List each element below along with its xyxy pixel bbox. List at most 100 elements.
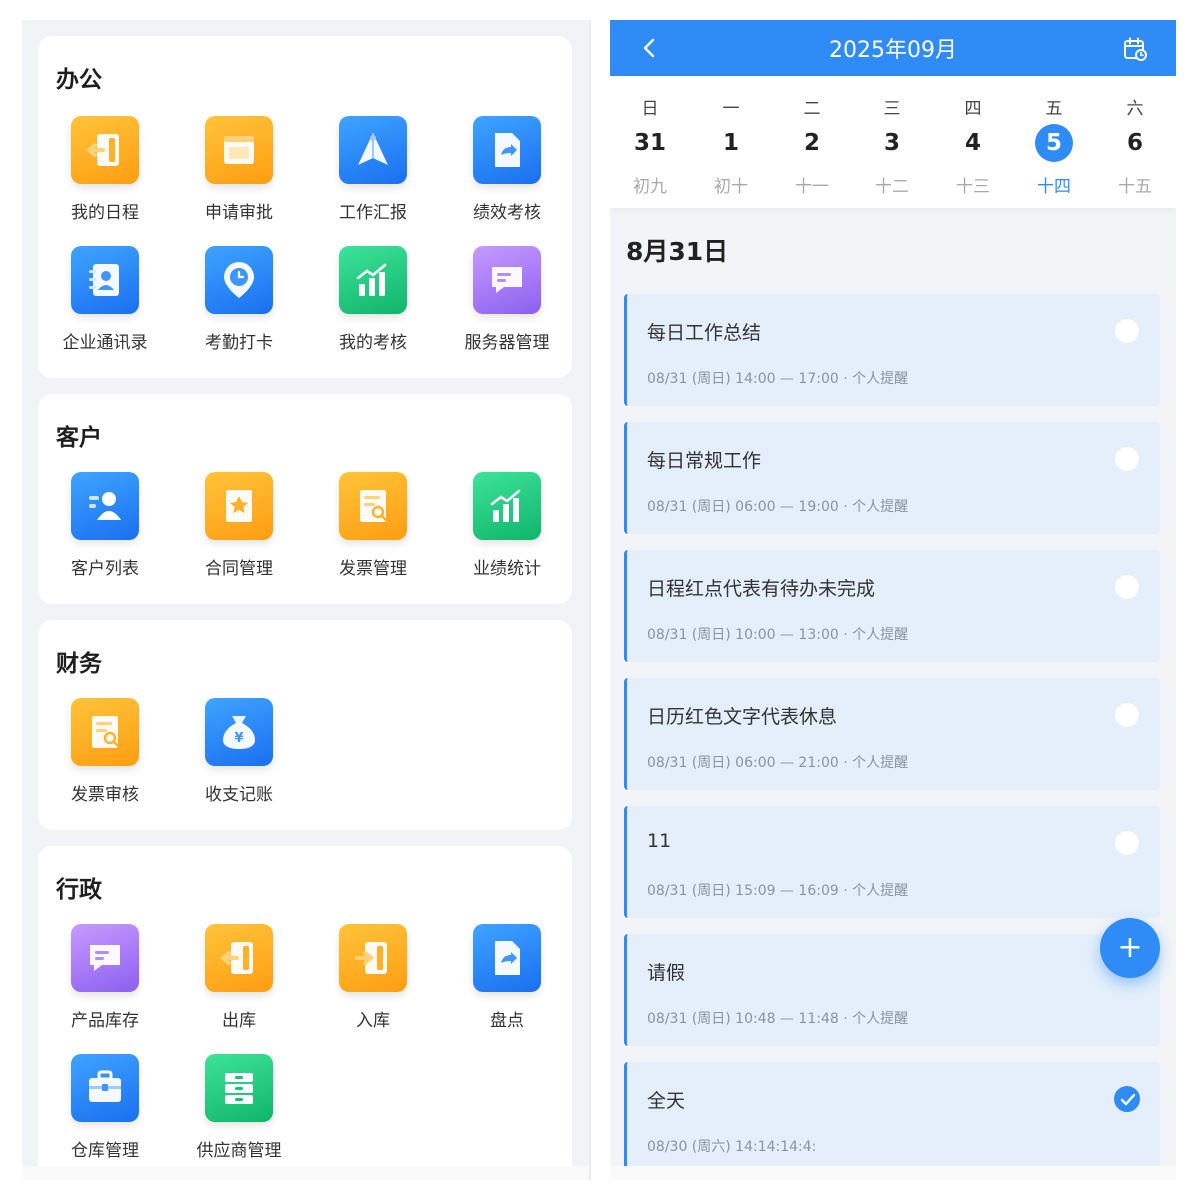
back-button[interactable] — [638, 36, 662, 60]
day-sun[interactable]: 日 31 初九 — [610, 76, 690, 208]
lunar-date: 十四 — [1037, 177, 1071, 197]
day-number-selected: 5 — [1035, 124, 1073, 162]
app-work-report[interactable]: 工作汇报 — [306, 116, 440, 236]
event-complete-checkbox[interactable] — [1114, 702, 1140, 728]
app-warehouse-management[interactable]: 仓库管理 — [38, 1054, 172, 1166]
event-item[interactable]: 全天 08/30 (周六) 14:14:14:4: — [624, 1062, 1160, 1166]
app-label: 收支记账 — [205, 785, 273, 805]
event-complete-checkbox-checked[interactable] — [1114, 1086, 1140, 1112]
app-attendance[interactable]: 考勤打卡 — [172, 246, 306, 366]
customer-card-icon — [71, 472, 139, 540]
app-label: 工作汇报 — [339, 203, 407, 223]
event-item[interactable]: 日历红色文字代表休息 08/31 (周日) 06:00 — 21:00 · 个人… — [624, 678, 1160, 790]
chat-message-icon — [71, 924, 139, 992]
weekday-label: 五 — [1045, 99, 1063, 119]
bottom-nav-edge — [610, 1166, 1176, 1180]
paper-plane-icon — [339, 116, 407, 184]
app-stocktake[interactable]: 盘点 — [440, 924, 574, 1044]
event-item[interactable]: 日程红点代表有待办未完成 08/31 (周日) 10:00 — 13:00 · … — [624, 550, 1160, 662]
contract-star-icon — [205, 472, 273, 540]
day-tue[interactable]: 二 2 十一 — [772, 76, 852, 208]
event-complete-checkbox[interactable] — [1114, 446, 1140, 472]
app-label: 企业通讯录 — [62, 333, 148, 353]
contact-book-icon — [71, 246, 139, 314]
event-complete-checkbox[interactable] — [1114, 830, 1140, 856]
day-number: 1 — [722, 130, 739, 156]
invoice-search-icon — [71, 698, 139, 766]
chevron-left-icon — [643, 38, 655, 58]
event-title: 每日常规工作 — [647, 450, 762, 472]
day-mon[interactable]: 一 1 初十 — [691, 76, 771, 208]
event-complete-checkbox[interactable] — [1114, 574, 1140, 600]
app-label: 发票管理 — [339, 559, 407, 579]
app-my-assessment[interactable]: 我的考核 — [306, 246, 440, 366]
lunar-date: 十三 — [956, 177, 990, 197]
section-title: 办公 — [56, 67, 102, 93]
app-label: 合同管理 — [205, 559, 273, 579]
lunar-date: 十二 — [875, 177, 909, 197]
checkmark-icon — [1120, 1093, 1136, 1106]
day-number: 4 — [964, 130, 981, 156]
event-meta: 08/31 (周日) 10:48 — 11:48 · 个人提醒 — [647, 1011, 909, 1027]
app-label: 出库 — [222, 1011, 256, 1031]
weekday-label: 二 — [803, 99, 821, 119]
app-outbound[interactable]: 出库 — [172, 924, 306, 1044]
app-product-inventory[interactable]: 产品库存 — [38, 924, 172, 1044]
app-supplier-management[interactable]: 供应商管理 — [172, 1054, 306, 1166]
app-invoice-audit[interactable]: 发票审核 — [38, 698, 172, 818]
day-wed[interactable]: 三 3 十二 — [852, 76, 932, 208]
app-inbound[interactable]: 入库 — [306, 924, 440, 1044]
door-enter-icon — [339, 924, 407, 992]
app-label: 供应商管理 — [196, 1141, 282, 1161]
calendar-clock-icon — [1124, 37, 1147, 61]
app-approval[interactable]: 申请审批 — [172, 116, 306, 236]
bar-chart-up-icon — [473, 472, 541, 540]
bar-chart-up-icon — [339, 246, 407, 314]
calendar-header: 2025年09月 — [610, 20, 1176, 76]
app-label: 考勤打卡 — [205, 333, 273, 353]
app-performance-stats[interactable]: 业绩统计 — [440, 472, 574, 592]
section-customer: 客户 客户列表 合同管理 发票管理 业绩统计 — [38, 394, 572, 604]
app-contract-management[interactable]: 合同管理 — [172, 472, 306, 592]
event-meta: 08/30 (周六) 14:14:14:4: — [647, 1139, 817, 1155]
event-item[interactable]: 11 08/31 (周日) 15:09 — 16:09 · 个人提醒 — [624, 806, 1160, 918]
add-event-button[interactable]: + — [1100, 918, 1160, 978]
app-label: 申请审批 — [205, 203, 273, 223]
lunar-date: 初九 — [633, 177, 667, 197]
event-item[interactable]: 请假 08/31 (周日) 10:48 — 11:48 · 个人提醒 — [624, 934, 1160, 1046]
weekday-label: 一 — [722, 99, 740, 119]
event-item[interactable]: 每日常规工作 08/31 (周日) 06:00 — 19:00 · 个人提醒 — [624, 422, 1160, 534]
app-label: 盘点 — [490, 1011, 524, 1031]
document-share-icon — [473, 924, 541, 992]
app-performance-review[interactable]: 绩效考核 — [440, 116, 574, 236]
app-customer-list[interactable]: 客户列表 — [38, 472, 172, 592]
clock-pin-icon — [205, 246, 273, 314]
event-meta: 08/31 (周日) 10:00 — 13:00 · 个人提醒 — [647, 627, 909, 643]
day-number: 6 — [1126, 130, 1143, 156]
month-title[interactable]: 2025年09月 — [829, 32, 957, 64]
app-label: 绩效考核 — [473, 203, 541, 223]
event-meta: 08/31 (周日) 15:09 — 16:09 · 个人提醒 — [647, 883, 909, 899]
selected-date-heading: 8月31日 — [626, 237, 729, 266]
app-bookkeeping[interactable]: ¥ 收支记账 — [172, 698, 306, 818]
app-my-schedule[interactable]: 我的日程 — [38, 116, 172, 236]
event-item[interactable]: 每日工作总结 08/31 (周日) 14:00 — 17:00 · 个人提醒 — [624, 294, 1160, 406]
app-label: 产品库存 — [71, 1011, 139, 1031]
app-contacts[interactable]: 企业通讯录 — [38, 246, 172, 366]
app-label: 我的日程 — [71, 203, 139, 223]
chat-message-icon — [473, 246, 541, 314]
app-invoice-management[interactable]: 发票管理 — [306, 472, 440, 592]
day-fri[interactable]: 五 5 十四 — [1014, 76, 1094, 208]
section-title: 客户 — [56, 425, 102, 451]
invoice-search-icon — [339, 472, 407, 540]
lunar-date: 十一 — [795, 177, 829, 197]
event-complete-checkbox[interactable] — [1114, 318, 1140, 344]
day-thu[interactable]: 四 4 十三 — [933, 76, 1013, 208]
money-bag-icon: ¥ — [205, 698, 273, 766]
weekday-label: 四 — [964, 99, 982, 119]
weekday-label: 六 — [1126, 99, 1144, 119]
day-sat[interactable]: 六 6 十五 — [1095, 76, 1175, 208]
app-label: 仓库管理 — [71, 1141, 139, 1161]
app-server-management[interactable]: 服务器管理 — [440, 246, 574, 366]
calendar-picker-button[interactable] — [1122, 36, 1148, 62]
